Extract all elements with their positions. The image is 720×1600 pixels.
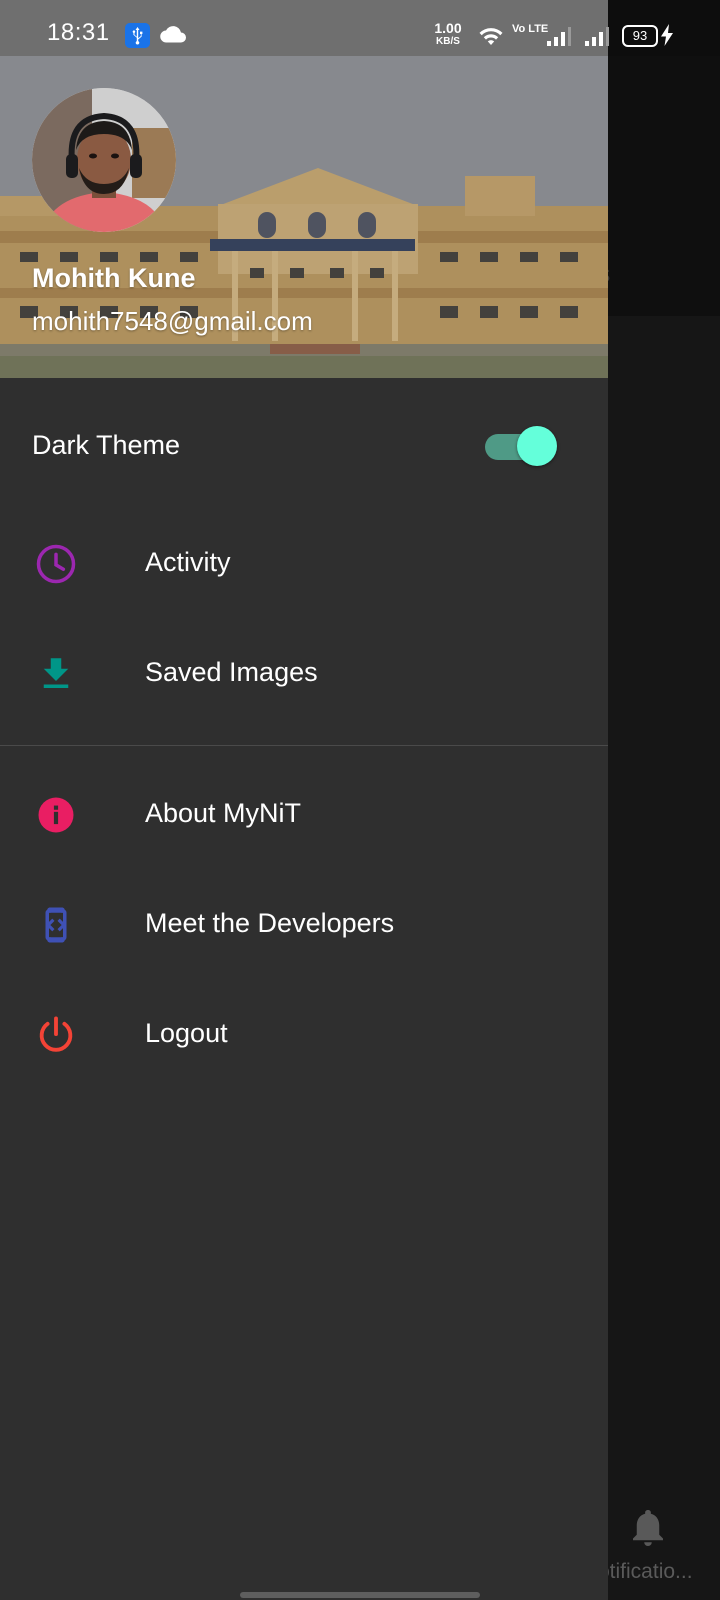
menu-item-activity[interactable]: Activity <box>0 518 608 610</box>
bell-icon[interactable] <box>630 1508 666 1548</box>
network-speed-unit: KB/S <box>436 36 460 47</box>
user-name: Mohith Kune <box>32 263 196 293</box>
home-indicator[interactable] <box>240 1592 480 1598</box>
drawer-divider <box>0 745 608 746</box>
bottom-nav-notifications-label[interactable]: otificatio... <box>598 1560 693 1584</box>
dark-theme-switch[interactable] <box>485 426 557 466</box>
dark-theme-label: Dark Theme <box>32 430 181 460</box>
avatar[interactable] <box>32 88 176 232</box>
status-bar: 18:31 1.00 KB/S Vo LTE 93 <box>0 0 720 56</box>
network-speed: 1.00 KB/S <box>430 20 466 48</box>
menu-item-developers[interactable]: Meet the Developers <box>0 879 608 971</box>
screen: ts otificatio... 18:31 1.00 KB/S Vo LTE <box>0 0 720 1600</box>
menu-label-saved-images: Saved Images <box>145 657 318 687</box>
signal-icon <box>547 27 571 46</box>
wifi-icon <box>479 28 503 45</box>
menu-item-logout[interactable]: Logout <box>0 989 608 1081</box>
drawer-header: Mohith Kune mohith7548@gmail.com <box>0 56 608 378</box>
menu-item-saved-images[interactable]: Saved Images <box>0 628 608 720</box>
volte-indicator: Vo LTE <box>512 23 549 35</box>
dark-theme-row[interactable]: Dark Theme <box>0 411 608 481</box>
cloud-icon <box>160 26 186 43</box>
usb-icon <box>125 23 150 48</box>
power-icon <box>39 1016 73 1052</box>
user-email: mohith7548@gmail.com <box>32 306 313 336</box>
avatar-photo <box>32 88 176 232</box>
clock-icon <box>36 544 76 584</box>
menu-label-about: About MyNiT <box>145 798 302 828</box>
info-icon <box>38 797 74 833</box>
download-icon <box>43 658 69 688</box>
switch-thumb <box>517 426 557 466</box>
network-speed-value: 1.00 <box>434 20 462 36</box>
menu-label-logout: Logout <box>145 1018 228 1048</box>
menu-label-activity: Activity <box>145 547 231 577</box>
charging-bolt-icon <box>661 24 673 46</box>
battery-indicator: 93 <box>622 25 658 47</box>
developer-mode-icon <box>45 907 67 943</box>
navigation-drawer: Mohith Kune mohith7548@gmail.com Dark Th… <box>0 56 608 1600</box>
status-time: 18:31 <box>47 19 110 46</box>
menu-label-developers: Meet the Developers <box>145 908 395 938</box>
signal-icon-sim2 <box>585 27 609 46</box>
menu-item-about[interactable]: About MyNiT <box>0 769 608 861</box>
